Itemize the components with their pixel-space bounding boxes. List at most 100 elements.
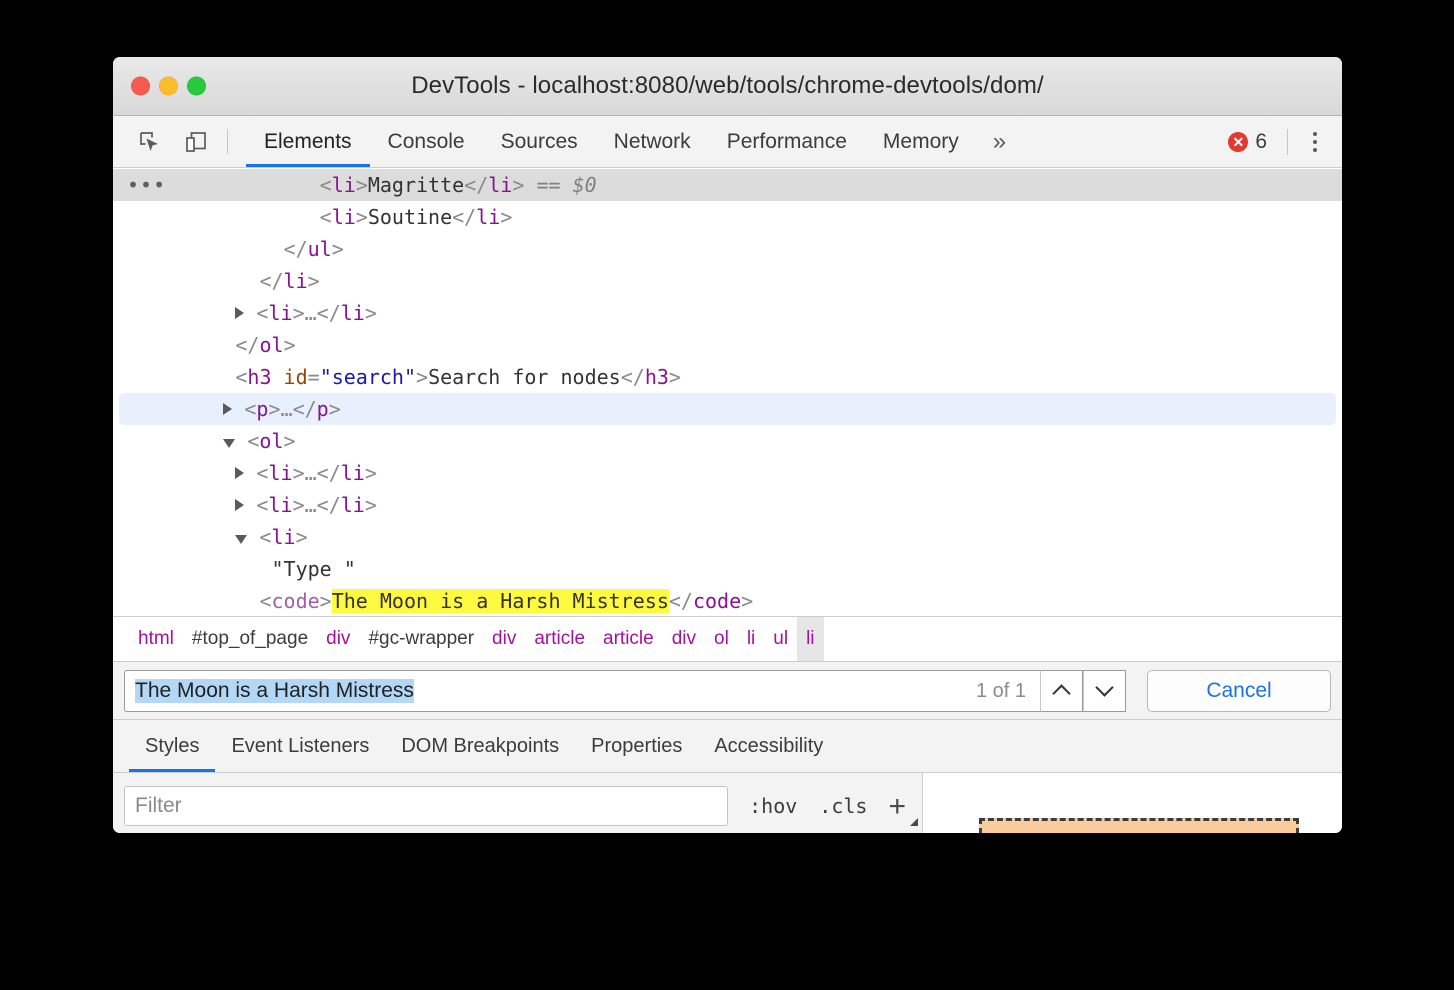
tab-styles[interactable]: Styles <box>129 720 215 772</box>
tab-network-label: Network <box>614 130 691 154</box>
dom-token: </ <box>235 333 259 357</box>
dom-token: < <box>256 493 268 517</box>
device-toolbar-icon[interactable] <box>173 116 219 167</box>
breadcrumb-item-div[interactable]: div <box>663 617 705 661</box>
search-next-button[interactable] <box>1083 670 1126 712</box>
dom-token: < <box>256 461 268 485</box>
dom-token: > <box>500 205 512 229</box>
kebab-menu-icon[interactable] <box>1298 132 1332 152</box>
truncated-nodes-icon[interactable]: ••• <box>127 169 166 201</box>
dom-token: > <box>365 301 377 325</box>
dom-tree-row[interactable]: <li>Soutine</li> <box>113 201 1342 233</box>
dom-token: > <box>293 493 305 517</box>
box-model-margin <box>979 818 1299 833</box>
dom-token: li <box>271 525 295 549</box>
window-titlebar: DevTools - localhost:8080/web/tools/chro… <box>113 57 1342 116</box>
dom-tree-row[interactable]: <li>…</li> <box>113 457 1342 489</box>
dom-token: li <box>332 173 356 197</box>
tab-sources-label: Sources <box>501 130 578 154</box>
error-count-badge[interactable]: ✕ 6 <box>1218 130 1277 154</box>
breadcrumb-item-div[interactable]: div <box>317 617 359 661</box>
dom-tree[interactable]: ••• <li>Magritte</li> == $0 <li>Soutine<… <box>113 168 1342 616</box>
dom-token: </ <box>464 173 488 197</box>
tab-network[interactable]: Network <box>596 116 709 167</box>
dom-token: li <box>268 461 292 485</box>
indent-spacer <box>127 461 235 485</box>
search-prev-button[interactable] <box>1040 670 1083 712</box>
collapse-triangle-icon[interactable] <box>223 439 235 448</box>
tab-event-listeners[interactable]: Event Listeners <box>215 720 385 772</box>
dom-tree-row[interactable]: <code>The Moon is a Harsh Mistress</code… <box>113 585 1342 616</box>
breadcrumb-item-ul[interactable]: ul <box>764 617 797 661</box>
dom-token <box>127 237 284 261</box>
tab-memory[interactable]: Memory <box>865 116 977 167</box>
dom-token: < <box>235 365 247 389</box>
tab-event-listeners-label: Event Listeners <box>231 735 369 758</box>
breadcrumb-item-gcwrapper[interactable]: #gc-wrapper <box>359 617 483 661</box>
more-tabs-icon[interactable]: » <box>977 116 1022 167</box>
dom-tree-row[interactable]: <li> <box>113 521 1342 553</box>
breadcrumb-item-article[interactable]: article <box>594 617 663 661</box>
minimize-button[interactable] <box>159 77 178 96</box>
dom-token: > <box>293 461 305 485</box>
dom-token: > <box>356 173 368 197</box>
collapse-triangle-icon[interactable] <box>235 535 247 544</box>
dom-tree-row[interactable]: ••• <li>Magritte</li> == $0 <box>113 169 1342 201</box>
breadcrumb-item-html[interactable]: html <box>129 617 183 661</box>
tab-dom-breakpoints[interactable]: DOM Breakpoints <box>385 720 575 772</box>
zoom-button[interactable] <box>187 77 206 96</box>
dom-token: li <box>341 461 365 485</box>
breadcrumb-item-li[interactable]: li <box>738 617 764 661</box>
dom-token: … <box>305 493 317 517</box>
breadcrumb: html#top_of_pagediv#gc-wrapperdivarticle… <box>113 616 1342 662</box>
dom-tree-row[interactable]: <li>…</li> <box>113 489 1342 521</box>
dom-tree-row[interactable]: <li>…</li> <box>113 297 1342 329</box>
dom-tree-row[interactable]: <p>…</p> <box>119 393 1336 425</box>
dom-token: ol <box>259 333 283 357</box>
toolbar-divider <box>227 129 228 154</box>
dom-token: li <box>284 269 308 293</box>
traffic-lights <box>131 77 206 96</box>
breadcrumb-item-topofpage[interactable]: #top_of_page <box>183 617 317 661</box>
close-button[interactable] <box>131 77 150 96</box>
dom-token: li <box>268 301 292 325</box>
expand-triangle-icon[interactable] <box>235 499 244 511</box>
tab-performance[interactable]: Performance <box>709 116 865 167</box>
dom-tree-row[interactable]: </li> <box>113 265 1342 297</box>
expand-triangle-icon[interactable] <box>235 307 244 319</box>
dom-token <box>127 365 235 389</box>
breadcrumb-item-ol[interactable]: ol <box>705 617 738 661</box>
breadcrumb-item-li[interactable]: li <box>797 617 823 661</box>
breadcrumb-item-div[interactable]: div <box>483 617 525 661</box>
dom-token: "Type " <box>272 557 356 581</box>
dom-token: </ <box>259 269 283 293</box>
tab-elements[interactable]: Elements <box>246 116 370 167</box>
dom-token: == $0 <box>524 173 596 197</box>
tab-sources[interactable]: Sources <box>483 116 596 167</box>
dom-tree-row[interactable]: "Type " <box>113 553 1342 585</box>
tab-console[interactable]: Console <box>370 116 483 167</box>
dom-token: > <box>284 429 296 453</box>
dom-token: li <box>332 205 356 229</box>
dom-token: </ <box>317 493 341 517</box>
hov-button[interactable]: :hov <box>738 794 808 818</box>
expand-triangle-icon[interactable] <box>223 403 232 415</box>
dom-token <box>127 269 259 293</box>
dom-tree-row[interactable]: </ul> <box>113 233 1342 265</box>
dom-token: > <box>356 205 368 229</box>
tab-accessibility[interactable]: Accessibility <box>698 720 839 772</box>
filter-input[interactable]: Filter <box>124 786 728 826</box>
cls-button[interactable]: .cls <box>808 794 878 818</box>
tab-properties[interactable]: Properties <box>575 720 698 772</box>
cancel-button[interactable]: Cancel <box>1147 670 1331 712</box>
inspect-cursor-icon[interactable] <box>127 116 173 167</box>
search-input[interactable]: The Moon is a Harsh Mistress <box>124 670 966 712</box>
dom-token: </ <box>293 397 317 421</box>
dom-tree-row[interactable]: <ol> <box>113 425 1342 457</box>
breadcrumb-item-article[interactable]: article <box>525 617 594 661</box>
new-style-rule-button[interactable]: + <box>878 793 922 820</box>
dom-tree-row[interactable]: <h3 id="search">Search for nodes</h3> <box>113 361 1342 393</box>
dom-token: > <box>308 269 320 293</box>
expand-triangle-icon[interactable] <box>235 467 244 479</box>
dom-tree-row[interactable]: </ol> <box>113 329 1342 361</box>
